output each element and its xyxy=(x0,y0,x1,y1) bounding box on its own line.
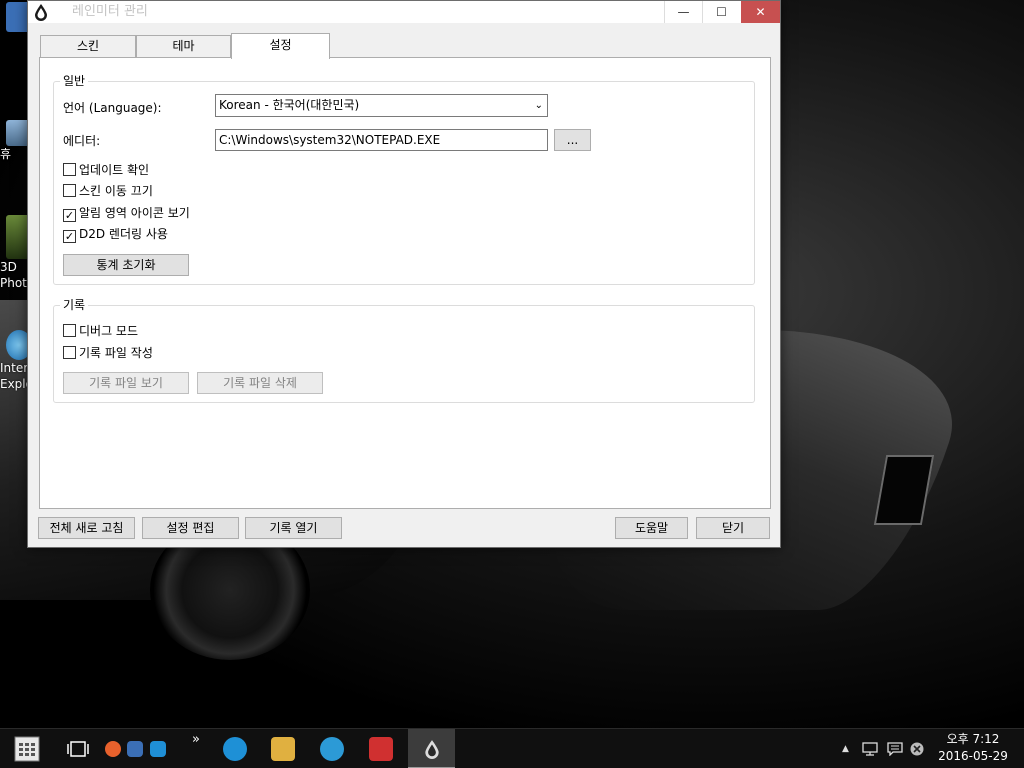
title-bar[interactable]: 레인미터 관리 — ☐ ✕ xyxy=(28,1,780,23)
edit-settings-button[interactable]: 설정 편집 xyxy=(142,517,239,539)
reset-statistics-button[interactable]: 통계 초기화 xyxy=(63,254,189,276)
start-button[interactable] xyxy=(6,729,48,768)
clock-time: 오후 7:12 xyxy=(946,732,1000,746)
language-label: 언어 (Language): xyxy=(63,101,162,115)
settings-panel: 일반 언어 (Language): Korean - 한국어(대한민국) ⌄ 에… xyxy=(39,57,771,509)
open-log-button[interactable]: 기록 열기 xyxy=(245,517,342,539)
taskbar: » ▲ 오후 7:12 2016-05-29 xyxy=(0,728,1024,768)
checkbox-label: 알림 영역 아이콘 보기 xyxy=(79,206,190,220)
power-icon xyxy=(369,737,393,761)
tray-expand-icon[interactable]: ▲ xyxy=(842,729,854,768)
system-clock[interactable]: 오후 7:12 2016-05-29 xyxy=(930,731,1016,765)
internet-explorer-icon xyxy=(223,737,247,761)
taskbar-power-app[interactable] xyxy=(363,729,399,768)
quicklaunch-app-2[interactable] xyxy=(126,729,144,768)
quicklaunch-app-1[interactable] xyxy=(104,729,122,768)
disable-skin-drag-checkbox[interactable]: 스킨 이동 끄기 xyxy=(63,183,153,199)
language-select[interactable]: Korean - 한국어(대한민국) ⌄ xyxy=(215,94,548,117)
taskbar-ie[interactable] xyxy=(218,729,252,768)
status-x-icon[interactable] xyxy=(910,729,928,768)
taskbar-media-player[interactable] xyxy=(314,729,350,768)
browse-editor-button[interactable]: ... xyxy=(554,129,591,151)
use-d2d-checkbox[interactable]: ✓ D2D 렌더링 사용 xyxy=(63,226,168,243)
task-view-icon xyxy=(67,741,89,757)
app-orange-icon xyxy=(105,741,121,757)
rainmeter-icon xyxy=(424,740,439,759)
logging-group: 기록 디버그 모드 기록 파일 작성 기록 파일 보기 기록 파일 삭제 xyxy=(53,298,755,403)
checkmark-icon: ✓ xyxy=(63,209,76,222)
help-button[interactable]: 도움말 xyxy=(615,517,688,539)
chevron-down-icon: ⌄ xyxy=(534,100,543,111)
tab-skins[interactable]: 스킨 xyxy=(40,35,136,57)
checkbox-label: 디버그 모드 xyxy=(79,324,139,338)
network-glyph xyxy=(862,741,878,756)
checkbox-box xyxy=(63,163,76,176)
quicklaunch-app-3[interactable] xyxy=(149,729,167,768)
network-icon[interactable] xyxy=(862,729,882,768)
app-blue-icon xyxy=(127,741,143,757)
app-teamviewer-icon xyxy=(150,741,166,757)
checkmark-icon: ✓ xyxy=(63,230,76,243)
checkbox-label: D2D 렌더링 사용 xyxy=(79,227,168,241)
action-center-icon[interactable] xyxy=(887,729,907,768)
minimize-button[interactable]: — xyxy=(664,1,702,23)
media-player-icon xyxy=(320,737,344,761)
start-icon xyxy=(14,736,40,762)
editor-path-field[interactable]: C:\Windows\system32\NOTEPAD.EXE xyxy=(215,129,548,151)
close-circle-glyph xyxy=(910,742,924,755)
folder-icon xyxy=(271,737,295,761)
checkbox-label: 업데이트 확인 xyxy=(79,163,150,177)
checkbox-box xyxy=(63,184,76,197)
checkbox-label: 스킨 이동 끄기 xyxy=(79,184,153,198)
taskbar-rainmeter[interactable] xyxy=(408,729,455,768)
show-tray-icon-checkbox[interactable]: ✓ 알림 영역 아이콘 보기 xyxy=(63,205,190,222)
maximize-button[interactable]: ☐ xyxy=(702,1,740,23)
tab-settings[interactable]: 설정 xyxy=(231,33,330,59)
check-update-checkbox[interactable]: 업데이트 확인 xyxy=(63,162,149,178)
close-window-button[interactable]: ✕ xyxy=(741,1,780,23)
window-title: 레인미터 관리 xyxy=(72,4,148,19)
rainmeter-manage-window: 레인미터 관리 — ☐ ✕ 스킨 테마 설정 일반 언어 (Language):… xyxy=(27,0,781,548)
checkbox-label: 기록 파일 작성 xyxy=(79,346,153,360)
view-log-file-button[interactable]: 기록 파일 보기 xyxy=(63,372,189,394)
editor-label: 에디터: xyxy=(63,134,101,148)
debug-mode-checkbox[interactable]: 디버그 모드 xyxy=(63,323,138,339)
delete-log-file-button[interactable]: 기록 파일 삭제 xyxy=(197,372,323,394)
message-glyph xyxy=(887,741,903,757)
taskbar-file-explorer[interactable] xyxy=(266,729,300,768)
general-group-title: 일반 xyxy=(60,74,89,88)
logging-group-title: 기록 xyxy=(60,298,89,312)
general-group: 일반 언어 (Language): Korean - 한국어(대한민국) ⌄ 에… xyxy=(53,74,755,285)
log-to-file-checkbox[interactable]: 기록 파일 작성 xyxy=(63,345,153,361)
language-select-value: Korean - 한국어(대한민국) xyxy=(219,98,360,112)
checkbox-box xyxy=(63,324,76,337)
refresh-all-button[interactable]: 전체 새로 고침 xyxy=(38,517,135,539)
rainmeter-icon xyxy=(35,4,47,21)
checkbox-box xyxy=(63,346,76,359)
close-button[interactable]: 닫기 xyxy=(696,517,770,539)
clock-date: 2016-05-29 xyxy=(938,749,1008,763)
quicklaunch-overflow[interactable]: » xyxy=(186,729,206,768)
task-view-button[interactable] xyxy=(62,729,94,768)
tab-themes[interactable]: 테마 xyxy=(136,35,231,57)
